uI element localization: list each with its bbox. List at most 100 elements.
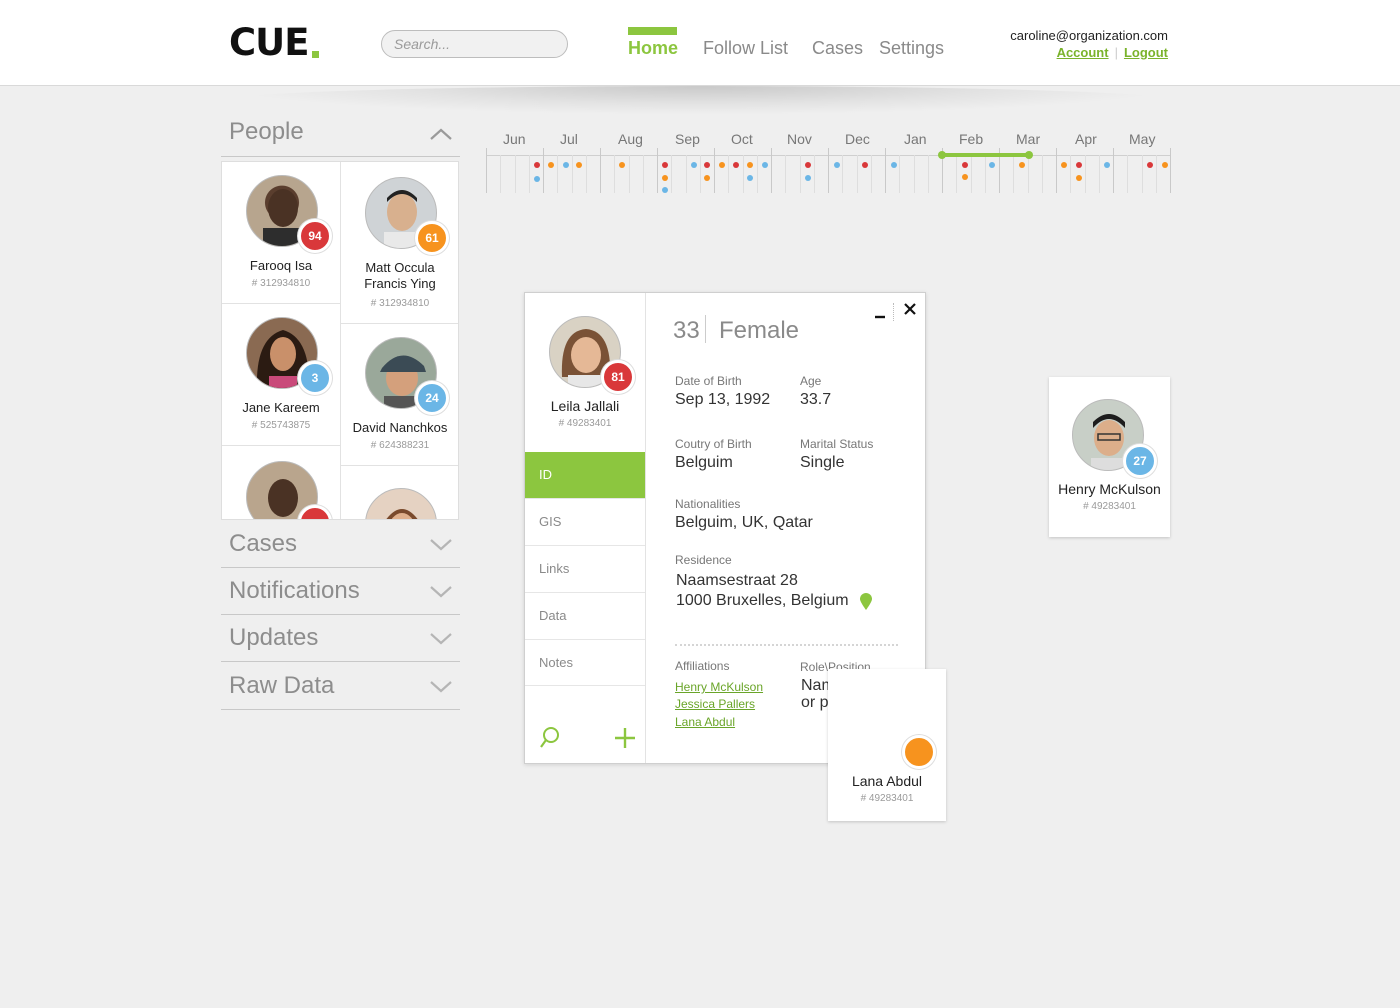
floating-card-lana[interactable]: Lana Abdul # 49283401 [828,669,946,821]
nav-home[interactable]: Home [628,38,678,59]
timeline-event-dot[interactable] [534,162,540,168]
active-nav-indicator [628,27,677,35]
residence-label: Residence [675,553,732,567]
timeline-event-dot[interactable] [962,162,968,168]
section-title: Notifications [229,577,360,604]
timeline-event-dot[interactable] [762,162,768,168]
timeline-event-dot[interactable] [805,175,811,181]
person-card-matt[interactable]: 61 Matt Occula Francis Ying # 312934810 [341,162,458,324]
timeline-event-dot[interactable] [662,162,668,168]
nav-follow-list[interactable]: Follow List [703,38,788,59]
account-link[interactable]: Account [1057,45,1109,60]
timeline-range-start-handle[interactable] [938,151,946,159]
chevron-down-icon[interactable] [430,539,452,551]
timeline-tick [885,148,886,193]
timeline-minor-tick [557,155,558,193]
timeline-event-dot[interactable] [1061,162,1067,168]
timeline-minor-tick [1142,155,1143,193]
timeline-tick [486,148,487,193]
floating-card-henry[interactable]: 27 Henry McKulson # 49283401 [1049,377,1170,537]
person-card-david[interactable]: 24 David Nanchkos # 624388231 [341,324,458,466]
chevron-down-icon[interactable] [430,633,452,645]
timeline-event-dot[interactable] [662,187,668,193]
people-section-header[interactable]: People [221,114,460,157]
tab-id[interactable]: ID [525,452,645,499]
timeline-minor-tick [586,155,587,193]
person-name: Henry McKulson [1058,481,1161,497]
timeline-tick [1113,148,1114,193]
timeline-event-dot[interactable] [862,162,868,168]
person-card-jane[interactable]: 3 Jane Kareem # 525743875 [222,304,341,446]
logo[interactable]: CUE [229,21,320,64]
timeline-event-dot[interactable] [1019,162,1025,168]
timeline-event-dot[interactable] [619,162,625,168]
timeline-event-dot[interactable] [548,162,554,168]
timeline-event-dot[interactable] [563,162,569,168]
updates-section-header[interactable]: Updates [221,615,460,662]
tab-gis[interactable]: GIS [525,499,645,546]
chevron-down-icon[interactable] [430,681,452,693]
timeline-event-dot[interactable] [719,162,725,168]
chevron-up-icon[interactable] [430,128,452,140]
timeline-event-dot[interactable] [747,175,753,181]
person-card-partial[interactable] [341,466,458,519]
timeline-event-dot[interactable] [805,162,811,168]
person-name: Farooq Isa [249,258,313,273]
timeline-event-dot[interactable] [962,174,968,180]
tab-data[interactable]: Data [525,593,645,640]
person-id: # 49283401 [558,418,612,429]
timeline-event-dot[interactable] [704,175,710,181]
timeline-event-dot[interactable] [733,162,739,168]
add-icon[interactable] [614,727,636,749]
cases-section-header[interactable]: Cases [221,521,460,568]
timeline-event-dot[interactable] [1076,162,1082,168]
timeline-minor-tick [671,155,672,193]
tab-links[interactable]: Links [525,546,645,593]
timeline-event-dot[interactable] [834,162,840,168]
timeline-event-dot[interactable] [576,162,582,168]
people-grid: 94 Farooq Isa # 312934810 61 Matt Occula… [221,161,459,520]
raw-data-section-header[interactable]: Raw Data [221,662,460,710]
timeline-event-dot[interactable] [662,175,668,181]
timeline-event-dot[interactable] [691,162,697,168]
affiliation-link[interactable]: Henry McKulson [675,680,763,694]
timeline-event-dot[interactable] [1147,162,1153,168]
map-pin-icon[interactable] [859,592,873,611]
timeline-minor-tick [857,155,858,193]
nav-settings[interactable]: Settings [879,38,944,59]
timeline-event-dot[interactable] [989,162,995,168]
close-icon[interactable] [904,303,916,315]
timeline-minor-tick [842,155,843,193]
timeline-minor-tick [914,155,915,193]
top-header: CUE Search... Home Follow List Cases Set… [0,0,1400,86]
affiliation-link[interactable]: Lana Abdul [675,715,735,729]
marital-value: Single [800,454,845,471]
user-links: Account | Logout [1057,45,1168,60]
search-icon[interactable] [539,726,561,750]
age-label: Age [800,374,822,388]
timeline-event-dot[interactable] [1162,162,1168,168]
timeline-event-dot[interactable] [534,176,540,182]
affiliation-link[interactable]: Jessica Pallers [675,697,755,711]
person-card-farooq[interactable]: 94 Farooq Isa # 312934810 [222,162,341,304]
nav-cases[interactable]: Cases [812,38,863,59]
timeline-event-dot[interactable] [747,162,753,168]
search-input[interactable]: Search... [381,30,568,58]
timeline-minor-tick [757,155,758,193]
chevron-down-icon[interactable] [430,586,452,598]
timeline-event-dot[interactable] [891,162,897,168]
affiliations-label: Affiliations [675,659,730,673]
person-card-partial[interactable] [222,446,341,519]
timeline-minor-tick [971,155,972,193]
logout-link[interactable]: Logout [1124,45,1168,60]
timeline-event-dot[interactable] [704,162,710,168]
timeline-event-dot[interactable] [1104,162,1110,168]
tab-notes[interactable]: Notes [525,640,645,686]
minimize-icon[interactable] [874,308,886,320]
timeline-range-bar[interactable] [942,153,1029,157]
timeline-range-end-handle[interactable] [1025,151,1033,159]
timeline-event-dot[interactable] [1076,175,1082,181]
avatar [365,488,437,519]
notifications-section-header[interactable]: Notifications [221,568,460,615]
logo-text: CUE [229,21,309,64]
